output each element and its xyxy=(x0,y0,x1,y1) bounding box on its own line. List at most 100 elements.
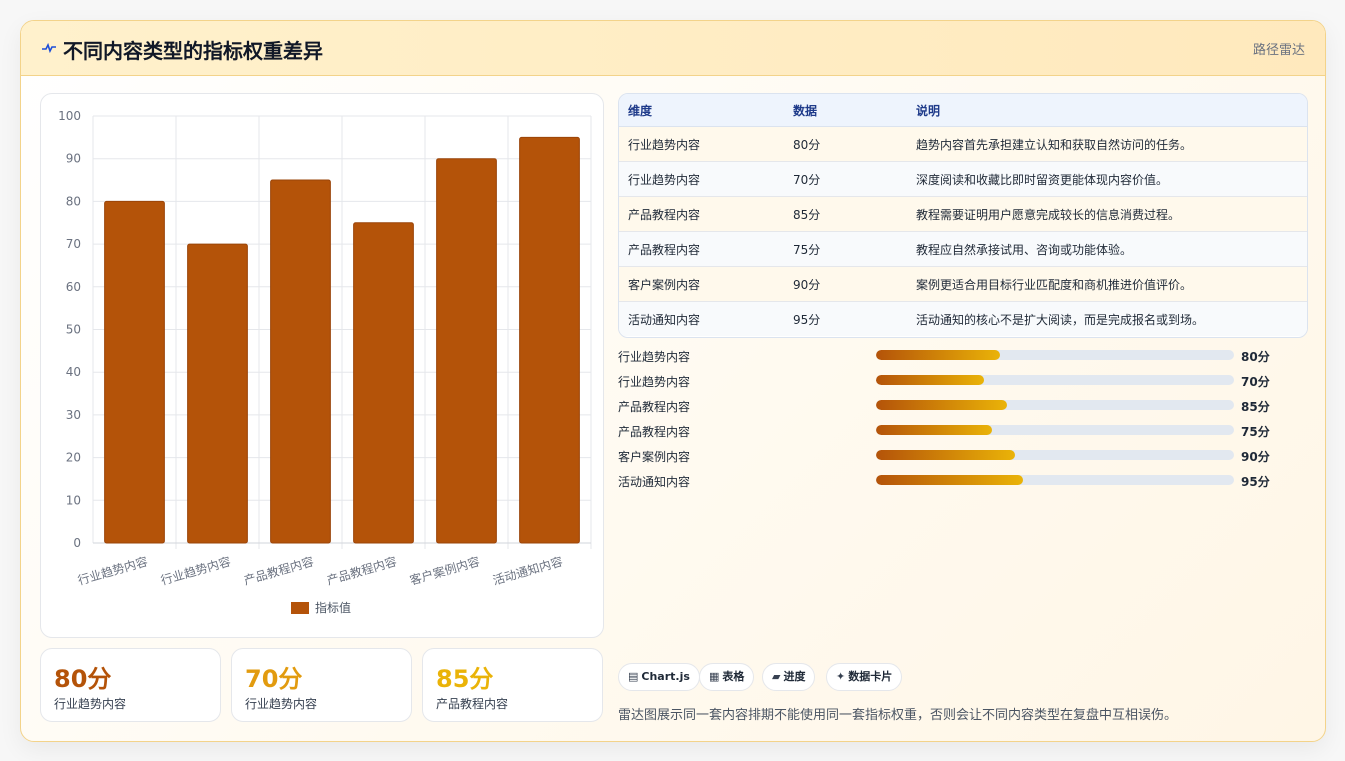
cell-dimension: 行业趋势内容 xyxy=(619,161,784,197)
chip-data-card[interactable]: ✦ 数据卡片 xyxy=(826,663,903,691)
cell-dimension: 行业趋势内容 xyxy=(619,126,784,162)
progress-track xyxy=(876,400,1234,410)
x-tick-label: 行业趋势内容 xyxy=(159,553,232,587)
data-table-card: 维度 数据 说明 行业趋势内容 80分 趋势内容首先承担建立认知和获取自然访问的… xyxy=(618,93,1308,338)
cell-data: 80分 xyxy=(784,126,907,162)
panel-header: 不同内容类型的指标权重差异 路径雷达 xyxy=(21,21,1325,76)
progress-label: 产品教程内容 xyxy=(618,425,691,439)
stat-value: 70分 xyxy=(245,665,303,693)
progress-row: 产品教程内容 85分 xyxy=(618,396,1306,421)
progress-fill xyxy=(876,375,985,385)
progress-track xyxy=(876,425,1234,435)
progress-track xyxy=(876,475,1234,485)
x-tick-label: 行业趋势内容 xyxy=(76,553,149,587)
progress-fill xyxy=(876,450,1016,460)
table-row: 客户案例内容 90分 案例更适合用目标行业匹配度和商机推进价值评价。 xyxy=(619,266,1307,302)
x-tick-label: 产品教程内容 xyxy=(242,553,315,587)
bar xyxy=(436,158,497,544)
table-row: 产品教程内容 75分 教程应自然承接试用、咨询或功能体验。 xyxy=(619,231,1307,267)
cell-dimension: 产品教程内容 xyxy=(619,196,784,232)
bar-chart-card: 0 10 20 30 40 50 60 70 80 90 100 行业趋势内容 行业趋势内容 产品教程内容… xyxy=(40,93,604,638)
progress-row: 活动通知内容 95分 xyxy=(618,471,1306,496)
chip-label: Chart.js xyxy=(641,670,690,683)
y-tick-label: 80 xyxy=(66,194,81,208)
cell-dimension: 客户案例内容 xyxy=(619,266,784,302)
progress-label: 行业趋势内容 xyxy=(618,350,691,364)
chip-label: 数据卡片 xyxy=(848,670,893,683)
x-tick-label: 活动通知内容 xyxy=(491,553,564,587)
y-tick-label: 70 xyxy=(66,237,81,251)
cell-data: 75分 xyxy=(784,231,907,267)
header-tag: 路径雷达 xyxy=(1252,43,1305,58)
table-icon: ▦ xyxy=(709,670,720,683)
cell-description: 案例更适合用目标行业匹配度和商机推进价值评价。 xyxy=(907,266,1307,302)
cell-dimension: 产品教程内容 xyxy=(619,231,784,267)
stat-value: 85分 xyxy=(436,665,494,693)
chip-label: 表格 xyxy=(722,670,745,683)
y-tick-label: 90 xyxy=(66,152,81,166)
stat-label: 产品教程内容 xyxy=(436,697,509,711)
y-tick-label: 100 xyxy=(58,109,81,123)
chip-table[interactable]: ▦ 表格 xyxy=(699,663,755,691)
progress-value: 95分 xyxy=(1241,475,1270,489)
progress-value: 85分 xyxy=(1241,400,1270,414)
y-tick-label: 60 xyxy=(66,280,81,294)
page-title: 不同内容类型的指标权重差异 xyxy=(63,39,323,63)
table-row: 产品教程内容 85分 教程需要证明用户愿意完成较长的信息消费过程。 xyxy=(619,196,1307,232)
cell-description: 趋势内容首先承担建立认知和获取自然访问的任务。 xyxy=(907,126,1307,162)
x-tick-label: 客户案例内容 xyxy=(408,553,481,587)
chip-chartjs[interactable]: ▤ Chart.js xyxy=(618,663,700,691)
progress-label: 行业趋势内容 xyxy=(618,375,691,389)
table-row: 活动通知内容 95分 活动通知的核心不是扩大阅读，而是完成报名或到场。 xyxy=(619,301,1307,336)
progress-row: 行业趋势内容 80分 xyxy=(618,346,1306,371)
header-description: 说明 xyxy=(907,94,1307,127)
data-table: 维度 数据 说明 行业趋势内容 80分 趋势内容首先承担建立认知和获取自然访问的… xyxy=(619,94,1307,336)
progress-value: 75分 xyxy=(1241,425,1270,439)
bar-chart: 0102030405060708090100行业趋势内容 行业趋势内容 产品教程内容… xyxy=(58,109,592,615)
progress-icon: ▰ xyxy=(772,670,781,683)
progress-track xyxy=(876,450,1234,460)
progress-fill xyxy=(876,400,1008,410)
y-tick-label: 50 xyxy=(66,323,81,337)
progress-fill xyxy=(876,350,1000,360)
progress-fill xyxy=(876,475,1023,485)
table-header-row: 维度 数据 说明 xyxy=(619,94,1307,127)
cell-dimension: 活动通知内容 xyxy=(619,301,784,336)
bar xyxy=(187,243,248,544)
bar xyxy=(353,222,414,544)
dashboard-panel: 不同内容类型的指标权重差异 路径雷达 0 10 20 30 40 50 60 70 80 90 10… xyxy=(20,20,1326,742)
table-row: 行业趋势内容 80分 趋势内容首先承担建立认知和获取自然访问的任务。 xyxy=(619,126,1307,162)
progress-row: 客户案例内容 90分 xyxy=(618,446,1306,471)
header-dimension: 维度 xyxy=(619,94,784,127)
progress-label: 客户案例内容 xyxy=(618,450,691,464)
cell-description: 活动通知的核心不是扩大阅读，而是完成报名或到场。 xyxy=(907,301,1307,336)
y-tick-label: 40 xyxy=(66,365,81,379)
chip-progress[interactable]: ▰ 进度 xyxy=(762,663,816,691)
stat-label: 行业趋势内容 xyxy=(54,697,127,711)
y-tick-label: 10 xyxy=(66,493,81,507)
y-tick-label: 20 xyxy=(66,451,81,465)
y-tick-label: 0 xyxy=(73,536,81,550)
stat-label: 行业趋势内容 xyxy=(245,697,318,711)
stat-value: 80分 xyxy=(54,665,112,693)
progress-fill xyxy=(876,425,992,435)
cell-description: 教程应自然承接试用、咨询或功能体验。 xyxy=(907,231,1307,267)
header-data: 数据 xyxy=(784,94,907,127)
stat-card: 80分 行业趋势内容 xyxy=(40,648,221,722)
footer-note: 雷达图展示同一套内容排期不能使用同一套指标权重，否则会让不同内容类型在复盘中互相… xyxy=(618,708,1178,723)
progress-track xyxy=(876,375,1234,385)
pulse-icon xyxy=(42,42,56,54)
table-row: 行业趋势内容 70分 深度阅读和收藏比即时留资更能体现内容价值。 xyxy=(619,161,1307,197)
progress-row: 产品教程内容 75分 xyxy=(618,421,1306,446)
progress-value: 80分 xyxy=(1241,350,1270,364)
chip-label: 进度 xyxy=(783,670,806,683)
cell-description: 教程需要证明用户愿意完成较长的信息消费过程。 xyxy=(907,196,1307,232)
bar xyxy=(519,136,580,544)
bar xyxy=(104,200,165,544)
progress-value: 90分 xyxy=(1241,450,1270,464)
stat-card: 85分 产品教程内容 xyxy=(422,648,603,722)
x-tick-label: 产品教程内容 xyxy=(325,553,398,587)
progress-row: 行业趋势内容 70分 xyxy=(618,371,1306,396)
chart-icon: ▤ xyxy=(628,670,639,683)
bar xyxy=(270,179,331,544)
